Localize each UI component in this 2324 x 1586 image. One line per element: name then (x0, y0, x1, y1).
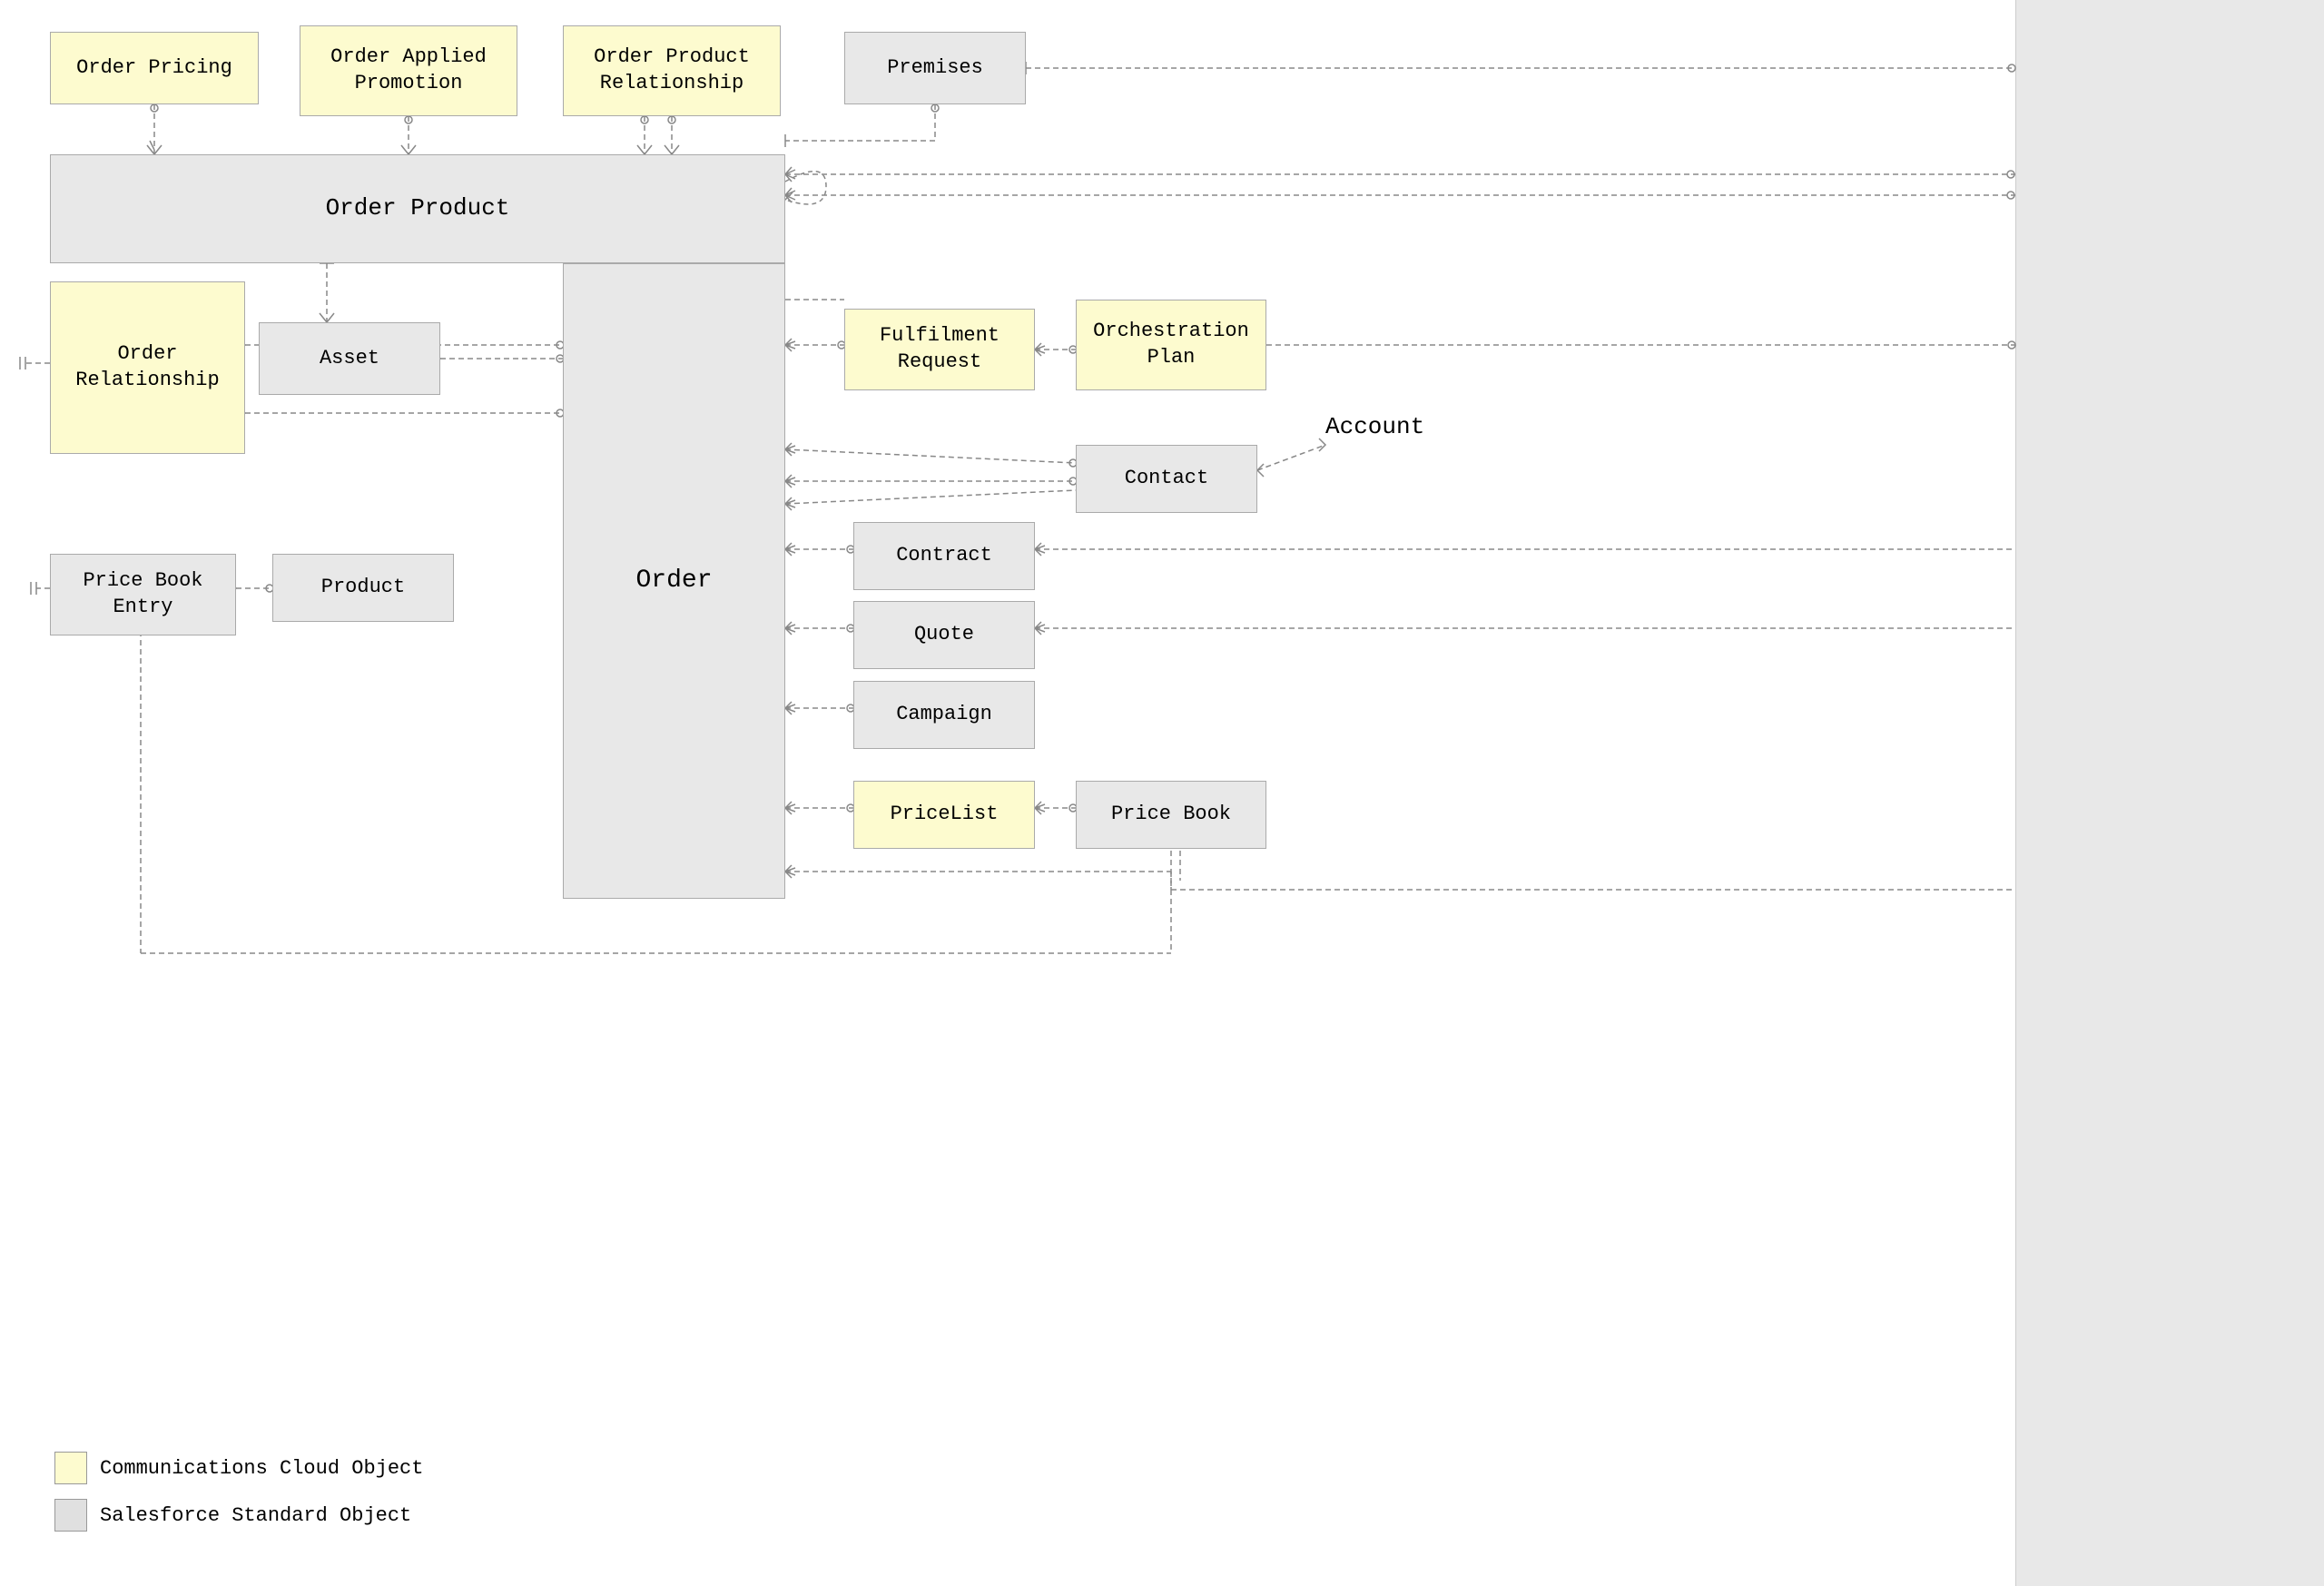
legend-yellow-box (54, 1452, 87, 1484)
order-applied-promotion-node: Order AppliedPromotion (300, 25, 517, 116)
fulfilment-request-node: FulfilmentRequest (844, 309, 1035, 390)
order-pricing-node: Order Pricing (50, 32, 259, 104)
campaign-node: Campaign (853, 681, 1035, 749)
pricelist-node: PriceList (853, 781, 1035, 849)
order-product-node: Order Product (50, 154, 785, 263)
diagram-container: Order Pricing Order AppliedPromotion Ord… (0, 0, 2324, 1586)
premises-node: Premises (844, 32, 1026, 104)
order-product-relationship-node: Order ProductRelationship (563, 25, 781, 116)
contract-node: Contract (853, 522, 1035, 590)
price-book-entry-node: Price BookEntry (50, 554, 236, 635)
product-node: Product (272, 554, 454, 622)
orchestration-plan-node: OrchestrationPlan (1076, 300, 1266, 390)
legend: Communications Cloud Object Salesforce S… (54, 1452, 423, 1532)
legend-communications-cloud: Communications Cloud Object (54, 1452, 423, 1484)
quote-node: Quote (853, 601, 1035, 669)
legend-salesforce-standard: Salesforce Standard Object (54, 1499, 423, 1532)
asset-node: Asset (259, 322, 440, 395)
contact-node: Contact (1076, 445, 1257, 513)
legend-gray-box (54, 1499, 87, 1532)
legend-salesforce-label: Salesforce Standard Object (100, 1504, 411, 1527)
price-book-node: Price Book (1076, 781, 1266, 849)
legend-communications-label: Communications Cloud Object (100, 1457, 423, 1480)
order-node: Order (563, 263, 785, 899)
right-panel (2015, 0, 2324, 1586)
order-relationship-node: OrderRelationship (50, 281, 245, 454)
account-label: Account (1325, 413, 1424, 440)
